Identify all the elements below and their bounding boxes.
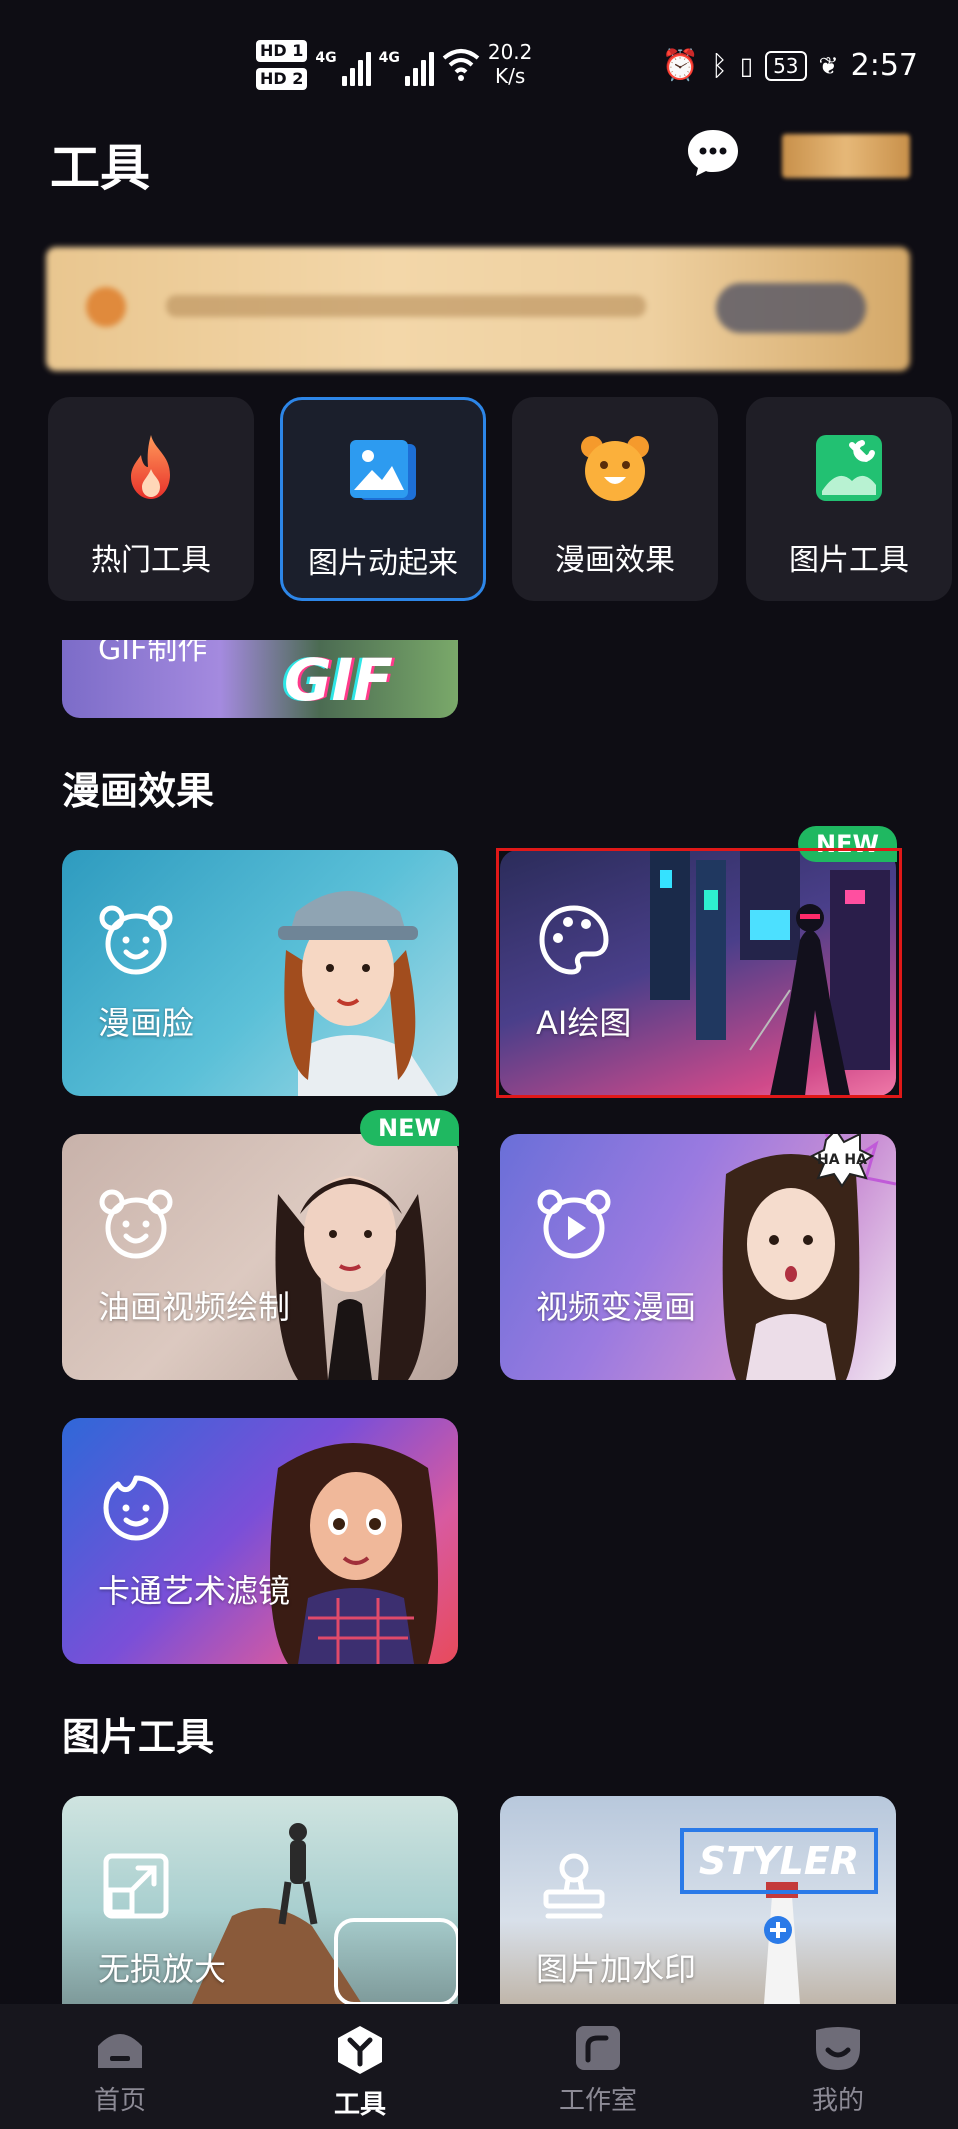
alarm-icon: ⏰ <box>661 48 700 83</box>
gif-maker-card[interactable]: GIF制作 GIF <box>62 640 458 718</box>
section-title-comic: 漫画效果 <box>62 769 215 813</box>
tab-image-tools[interactable]: 图片工具 <box>746 397 952 601</box>
nav-label: 工具 <box>333 2090 386 2120</box>
network-speed: 20.2 K/s <box>487 40 533 88</box>
bluetooth-icon: ᛒ <box>711 49 728 82</box>
bottom-navigation: 首页 工具 工作室 我的 <box>0 2004 958 2129</box>
message-icon[interactable] <box>686 128 740 178</box>
nav-label: 我的 <box>811 2086 864 2116</box>
vibrate-icon: ▯ <box>739 51 754 80</box>
tab-hot-tools[interactable]: 热门工具 <box>48 397 254 601</box>
portrait-illustration: HA HA <box>722 1134 896 1380</box>
nav-label: 工作室 <box>558 2086 637 2116</box>
image-watermark-card[interactable]: STYLER 图片加水印 <box>500 1796 896 2004</box>
signal-1-icon: 4G <box>315 40 371 86</box>
nav-profile[interactable]: 我的 <box>778 2024 898 2117</box>
home-icon <box>98 2034 142 2068</box>
card-label: 卡通艺术滤镜 <box>98 1572 291 1610</box>
stamp-icon <box>543 1853 605 1919</box>
profile-icon <box>816 2027 860 2070</box>
tab-label: 热门工具 <box>91 543 211 578</box>
card-label: 图片加水印 <box>536 1950 697 1988</box>
lossless-upscale-card[interactable]: 无损放大 <box>62 1796 458 2004</box>
image-wrench-icon <box>816 435 882 501</box>
leaf-icon: ❦ <box>818 51 839 80</box>
tab-animate-photo[interactable]: 图片动起来 <box>280 397 486 601</box>
studio-icon <box>576 2026 620 2070</box>
comic-face-card[interactable]: 漫画脸 <box>62 850 458 1096</box>
tab-label: 图片工具 <box>789 543 909 578</box>
card-label: 视频变漫画 <box>536 1288 697 1326</box>
promo-banner[interactable] <box>46 247 910 371</box>
clock: 2:57 <box>850 48 918 83</box>
nav-tools[interactable]: 工具 <box>300 2024 420 2121</box>
card-label: 漫画脸 <box>98 1004 195 1042</box>
nav-label: 首页 <box>93 2086 146 2116</box>
tab-label: 图片动起来 <box>308 546 458 581</box>
sim2-badge: HD 2 <box>256 68 308 90</box>
image-stack-icon <box>350 440 416 500</box>
card-label: 油画视频绘制 <box>98 1288 291 1326</box>
sim1-badge: HD 1 <box>256 40 308 62</box>
styler-art-text: STYLER <box>699 1839 859 1883</box>
oil-painting-video-card[interactable]: 油画视频绘制 <box>62 1134 458 1380</box>
portrait-illustration <box>270 1443 438 1664</box>
bear-face-icon <box>99 1189 173 1259</box>
card-label: GIF制作 <box>98 640 208 667</box>
bear-face-icon <box>581 436 649 501</box>
card-label: 无损放大 <box>98 1950 227 1988</box>
expand-icon <box>103 1853 169 1919</box>
user-avatar[interactable] <box>782 134 910 178</box>
selection-highlight <box>496 848 902 1098</box>
tab-comic-effects[interactable]: 漫画效果 <box>512 397 718 601</box>
section-title-image-tools: 图片工具 <box>62 1715 215 1759</box>
nav-home[interactable]: 首页 <box>60 2024 180 2117</box>
nav-studio[interactable]: 工作室 <box>538 2024 658 2117</box>
gif-art-text: GIF <box>284 646 393 714</box>
battery-indicator: 53 <box>765 50 807 81</box>
wifi-icon <box>442 49 480 81</box>
status-bar: HD 1 HD 2 4G 4G 20.2 K/s ⏰ ᛒ ▯ 53 ❦ 2:57 <box>0 0 958 120</box>
tab-label: 漫画效果 <box>555 543 675 578</box>
new-badge: NEW <box>360 1110 459 1146</box>
smile-icon <box>103 1475 169 1541</box>
portrait-illustration <box>275 1176 426 1380</box>
flame-icon <box>131 435 170 499</box>
signal-2-icon: 4G <box>379 40 434 86</box>
haha-art-text: HA HA <box>817 1152 867 1168</box>
bear-face-icon <box>99 905 173 975</box>
bear-play-icon <box>537 1189 611 1259</box>
page-title: 工具 <box>50 139 150 197</box>
portrait-illustration <box>278 891 438 1096</box>
tools-icon <box>338 2026 382 2074</box>
video-to-comic-card[interactable]: HA HA 视频变漫画 <box>500 1134 896 1380</box>
cartoon-art-filter-card[interactable]: 卡通艺术滤镜 <box>62 1418 458 1664</box>
